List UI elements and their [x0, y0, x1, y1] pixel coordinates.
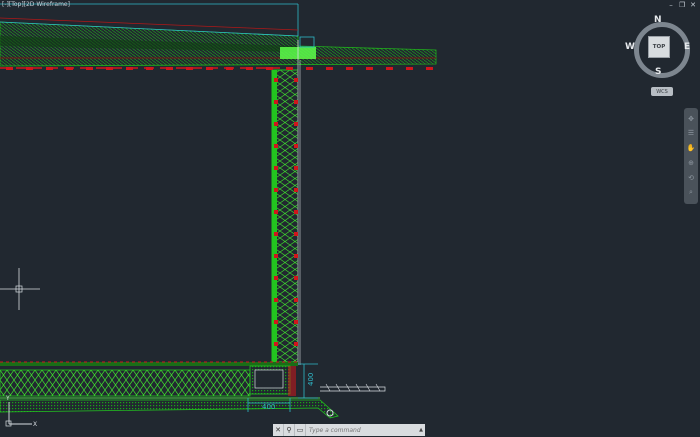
model-viewport[interactable]: 400 400 X Y [-][Top][2D Wireframe] – ❐ ✕…	[0, 0, 700, 437]
compass-south[interactable]: S	[655, 67, 661, 77]
showmotion-icon[interactable]: ⌕	[689, 189, 693, 196]
wcs-menu[interactable]: WCS	[651, 87, 673, 96]
command-customize-icon[interactable]: ⚲	[284, 424, 295, 436]
cad-drawing[interactable]: 400 400 X Y	[0, 0, 700, 437]
command-history-dropdown-icon[interactable]: ▲	[417, 427, 425, 433]
compass-east[interactable]: E	[684, 42, 690, 52]
viewport-controls-label[interactable]: [-][Top][2D Wireframe]	[2, 1, 70, 8]
command-close-icon[interactable]: ✕	[273, 424, 284, 436]
command-input[interactable]: Type a command	[306, 427, 417, 434]
navigation-bar: ✥ ☰ ✋ ⊕ ⟲ ⌕	[684, 108, 698, 204]
floor-slab	[0, 361, 339, 419]
recent-commands-icon[interactable]: ▭	[295, 424, 306, 436]
viewcube[interactable]: TOP N S E W	[625, 14, 694, 94]
command-line: ✕ ⚲ ▭ Type a command ▲	[273, 424, 425, 436]
navbar-menu-icon[interactable]: ☰	[688, 130, 694, 137]
vertical-dimension-label: 400	[307, 373, 315, 386]
svg-text:Y: Y	[5, 395, 10, 402]
horizontal-dimension-label: 400	[262, 403, 275, 411]
crosshair-cursor	[0, 268, 40, 310]
zoom-icon[interactable]: ⊕	[688, 159, 694, 167]
svg-text:X: X	[33, 421, 37, 428]
close-button[interactable]: ✕	[690, 1, 696, 9]
orbit-icon[interactable]: ⟲	[688, 174, 694, 182]
minimize-button[interactable]: –	[668, 1, 674, 9]
restore-button[interactable]: ❐	[679, 1, 685, 9]
full-navigation-wheel-icon[interactable]: ✥	[688, 115, 694, 123]
pan-icon[interactable]: ✋	[687, 145, 696, 152]
viewcube-top-face[interactable]: TOP	[648, 36, 670, 58]
roof-assembly	[0, 3, 437, 72]
wall-fasteners	[6, 67, 433, 346]
viewport-window-controls: – ❐ ✕	[668, 1, 696, 9]
compass-west[interactable]: W	[625, 42, 635, 52]
compass-north[interactable]: N	[654, 15, 662, 25]
